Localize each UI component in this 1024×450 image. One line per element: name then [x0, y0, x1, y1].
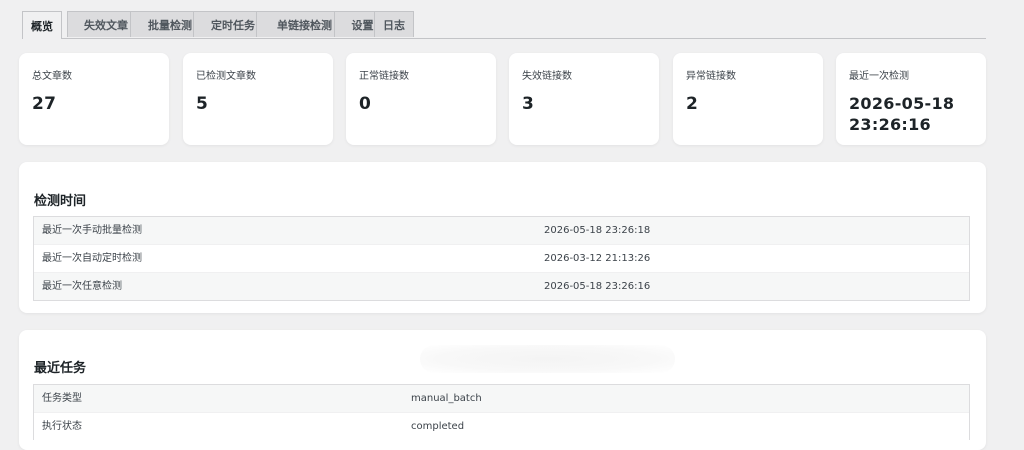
stat-label: 失效链接数 [522, 71, 572, 82]
stat-label: 已检测文章数 [196, 71, 256, 82]
stat-value: 2026-05-18 23:26:16 [849, 93, 986, 135]
row-label: 最近一次自动定时检测 [42, 253, 142, 264]
check-times-title: 检测时间 [34, 194, 87, 209]
redacted-blur [420, 345, 675, 373]
table-row: 最近一次任意检测 2026-05-18 23:26:16 [34, 272, 969, 300]
stat-card-checked-articles: 已检测文章数 5 [183, 53, 333, 145]
recent-task-table: 任务类型 manual_batch 执行状态 completed [33, 384, 970, 440]
table-row: 最近一次自动定时检测 2026-03-12 21:13:26 [34, 244, 969, 272]
stat-value-date: 2026-05-18 [849, 94, 955, 113]
row-label: 最近一次任意检测 [42, 281, 122, 292]
table-row: 执行状态 completed [34, 412, 969, 440]
stat-card-abnormal-links: 异常链接数 2 [673, 53, 823, 145]
stat-value: 2 [686, 94, 699, 114]
table-row: 任务类型 manual_batch [34, 385, 969, 412]
row-value: 2026-05-18 23:26:16 [544, 281, 651, 292]
stat-card-invalid-links: 失效链接数 3 [509, 53, 659, 145]
stat-value: 0 [359, 94, 372, 114]
table-row: 最近一次手动批量检测 2026-05-18 23:26:18 [34, 217, 969, 244]
stat-card-normal-links: 正常链接数 0 [346, 53, 496, 145]
stat-value-time: 23:26:16 [849, 115, 931, 134]
row-label: 执行状态 [42, 421, 82, 432]
tab-logs[interactable]: 日志 [374, 11, 414, 37]
stat-value: 27 [32, 94, 57, 114]
tab-overview[interactable]: 概览 [22, 11, 62, 39]
stat-label: 异常链接数 [686, 71, 736, 82]
stat-card-total-articles: 总文章数 27 [19, 53, 169, 145]
recent-task-title: 最近任务 [34, 361, 87, 376]
stat-value: 3 [522, 94, 535, 114]
row-value: 2026-05-18 23:26:18 [544, 225, 651, 236]
row-value: 2026-03-12 21:13:26 [544, 253, 651, 264]
check-times-table: 最近一次手动批量检测 2026-05-18 23:26:18 最近一次自动定时检… [33, 216, 970, 301]
stat-value: 5 [196, 94, 209, 114]
stat-card-last-check: 最近一次检测 2026-05-18 23:26:16 [836, 53, 986, 145]
check-times-panel: 检测时间 最近一次手动批量检测 2026-05-18 23:26:18 最近一次… [19, 162, 986, 313]
stat-label: 正常链接数 [359, 71, 409, 82]
stat-label: 最近一次检测 [849, 71, 909, 82]
tab-bar: 概览 失效文章 批量检测 定时任务 单链接检测 设置 日志 [22, 11, 986, 39]
row-label: 最近一次手动批量检测 [42, 225, 142, 236]
row-label: 任务类型 [42, 393, 82, 404]
stat-label: 总文章数 [32, 71, 72, 82]
row-value: completed [411, 421, 465, 432]
row-value: manual_batch [411, 393, 482, 404]
